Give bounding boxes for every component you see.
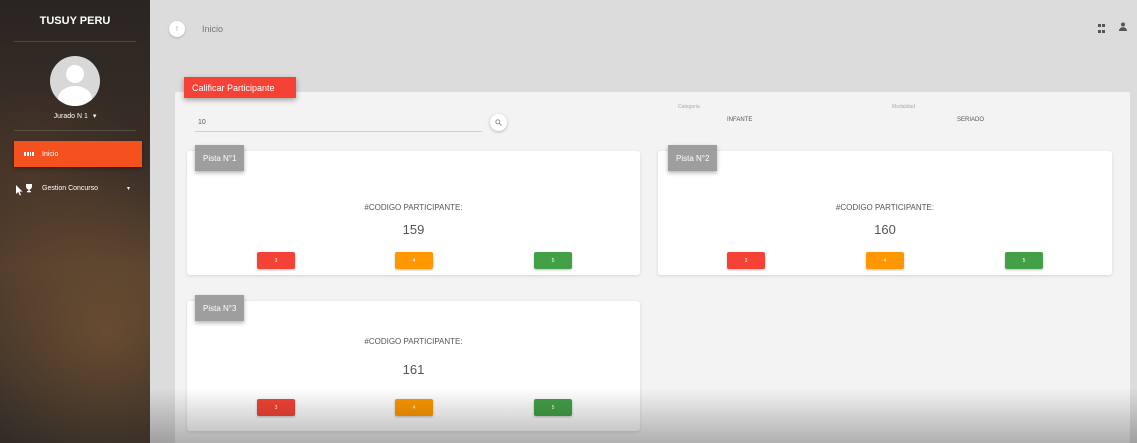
grade-button-5[interactable]: 5 — [534, 252, 572, 269]
dashboard-icon — [24, 149, 34, 159]
grade-button-3[interactable]: 3 — [257, 399, 295, 416]
caret-down-icon: ▾ — [126, 185, 130, 192]
track-card-1: #CODIGO PARTICIPANTE: 159 3 4 5 — [187, 151, 640, 275]
grade-button-3[interactable]: 3 — [257, 252, 295, 269]
breadcrumb-badge: ! — [169, 21, 185, 37]
track-tag-3: Pista N°3 — [195, 295, 245, 321]
brand-title: TUSUY PERU — [14, 0, 136, 42]
track-tag-2: Pista N°2 — [668, 145, 718, 171]
category-label: Categoria — [678, 104, 700, 110]
topbar: ! Inicio — [150, 0, 1137, 54]
grade-button-5[interactable]: 5 — [534, 399, 572, 416]
participant-code: 160 — [874, 222, 896, 237]
user-name: Jurado N 1 — [53, 113, 88, 120]
participant-code-label: #CODIGO PARTICIPANTE: — [364, 337, 463, 346]
panel-title: Calificar Participante — [184, 77, 296, 98]
modality-label: Modalidad — [892, 104, 916, 110]
user-menu[interactable]: Jurado N 1 ▾ — [0, 112, 150, 120]
participant-code-label: #CODIGO PARTICIPANTE: — [364, 203, 463, 212]
track-tag-1: Pista N°1 — [195, 145, 245, 171]
grade-button-4[interactable]: 4 — [395, 252, 433, 269]
sidebar-item-gestion-concurso[interactable]: Gestion Concurso ▾ — [14, 175, 142, 201]
search-icon — [495, 119, 502, 126]
avatar[interactable] — [50, 56, 100, 106]
mouse-cursor-icon — [16, 185, 24, 199]
category-value: INFANTE — [727, 117, 753, 123]
caret-down-icon: ▾ — [92, 113, 97, 120]
track-card-2: #CODIGO PARTICIPANTE: 160 3 4 5 — [658, 151, 1112, 275]
sidebar-divider — [14, 130, 136, 131]
search-input-underline — [195, 131, 482, 132]
participant-code: 161 — [402, 362, 425, 377]
grade-button-5[interactable]: 5 — [1005, 252, 1043, 269]
sidebar-item-inicio[interactable]: Inicio — [14, 141, 142, 167]
sidebar-item-label: Gestion Concurso — [42, 184, 99, 192]
apps-icon[interactable] — [1098, 24, 1105, 34]
participant-code-label: #CODIGO PARTICIPANTE: — [835, 203, 935, 212]
modality-value: SERIADO — [957, 117, 985, 123]
user-icon[interactable] — [1119, 22, 1127, 34]
trophy-icon — [24, 183, 34, 193]
participant-code: 159 — [402, 222, 425, 237]
breadcrumb[interactable]: Inicio — [202, 24, 223, 34]
search-button[interactable] — [490, 114, 507, 131]
sidebar: TUSUY PERU Jurado N 1 ▾ Inicio Gestion C… — [0, 0, 150, 443]
search-input[interactable]: 10 — [198, 119, 206, 126]
grade-button-3[interactable]: 3 — [727, 252, 765, 269]
sidebar-item-label: Inicio — [42, 150, 59, 158]
grade-button-4[interactable]: 4 — [866, 252, 904, 269]
grade-button-4[interactable]: 4 — [395, 399, 433, 416]
track-card-3: #CODIGO PARTICIPANTE: 161 3 4 5 — [187, 301, 640, 431]
top-icons — [1098, 22, 1127, 34]
